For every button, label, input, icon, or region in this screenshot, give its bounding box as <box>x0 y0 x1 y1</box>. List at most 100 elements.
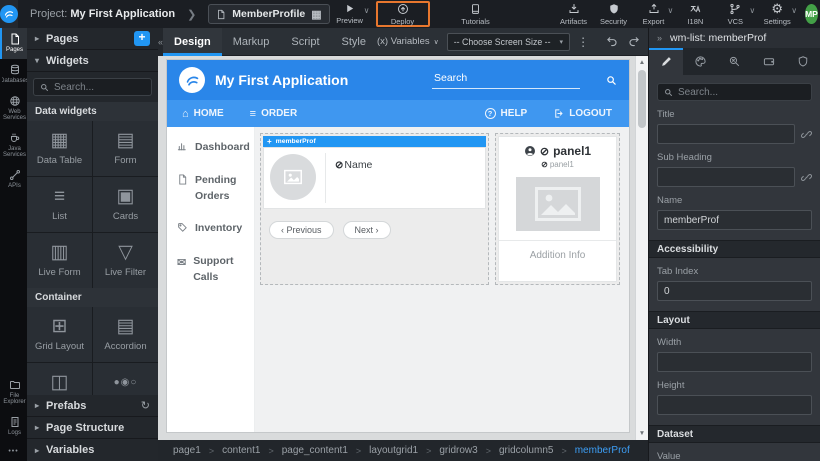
bind-link-icon[interactable] <box>801 172 812 183</box>
i18n-button[interactable]: I18N <box>675 1 715 27</box>
artifacts-button[interactable]: Artifacts <box>554 1 594 27</box>
tab-script[interactable]: Script <box>280 28 330 56</box>
widget-tile-wizard[interactable]: ●◉○Wizard <box>93 363 158 395</box>
vcs-caret-icon[interactable]: ∨ <box>749 6 755 15</box>
widget-tile-cards[interactable]: ▣Cards <box>93 177 158 232</box>
rail-item-logs[interactable]: Logs <box>0 411 27 442</box>
widget-tile-form[interactable]: ▤Form <box>93 121 158 176</box>
height-input[interactable] <box>657 395 812 415</box>
sidebar-item-inventory[interactable]: Inventory <box>177 221 244 237</box>
member-list-title-bar[interactable]: + memberProf <box>263 136 486 147</box>
properties-search-input[interactable] <box>678 87 805 98</box>
move-icon[interactable]: + <box>267 137 272 146</box>
widget-tile-grid-layout[interactable]: ⊞Grid Layout <box>27 307 92 362</box>
nav-home[interactable]: ⌂HOME <box>182 108 224 120</box>
title-input[interactable] <box>657 124 795 144</box>
tab-events[interactable] <box>717 48 751 75</box>
globe-icon <box>9 95 21 107</box>
sidebar-item-support-calls[interactable]: ✉Support Calls <box>177 254 244 286</box>
properties-search[interactable] <box>657 83 812 101</box>
name-field-binding[interactable]: ⊘Name <box>335 159 372 171</box>
breadcrumb-page-content1[interactable]: page_content1 <box>282 445 348 456</box>
widget-tile-live-filter[interactable]: ▽Live Filter <box>93 233 158 288</box>
prefabs-section-header[interactable]: ▸ Prefabs ↻ <box>27 395 158 417</box>
tab-styles[interactable] <box>683 48 717 75</box>
widget-tile-live-form[interactable]: ▥Live Form <box>27 233 92 288</box>
breadcrumb-gridrow3[interactable]: gridrow3 <box>439 445 477 456</box>
sidebar-item-dashboard[interactable]: Dashboard <box>177 140 244 156</box>
scrollbar-thumb[interactable] <box>638 70 646 128</box>
widget-search-input[interactable] <box>54 82 145 93</box>
rail-item-pages[interactable]: Pages <box>0 28 27 59</box>
scroll-down-arrow[interactable]: ▼ <box>636 430 648 437</box>
add-page-button[interactable]: + <box>134 31 150 46</box>
breadcrumb-page1[interactable]: page1 <box>173 445 201 456</box>
widgets-section-header[interactable]: ▾ Widgets <box>27 50 158 72</box>
rail-item-file-explorer[interactable]: File Explorer <box>0 374 27 411</box>
breadcrumb-gridcolumn5[interactable]: gridcolumn5 <box>499 445 553 456</box>
canvas-scrollbar[interactable]: ▲ ▼ <box>635 56 648 440</box>
panel1-selection[interactable]: ⊘ panel1 ⊘ panel1 Addition <box>495 133 620 285</box>
tab-security[interactable] <box>786 48 820 75</box>
widget-tile-data-table[interactable]: ▦Data Table <box>27 121 92 176</box>
member-list-selection[interactable]: + memberProf ⊘Name ‹ P <box>260 133 489 285</box>
scroll-up-arrow[interactable]: ▲ <box>636 59 648 66</box>
widget-search[interactable] <box>33 78 152 96</box>
list-item-template[interactable]: ⊘Name <box>263 147 486 209</box>
tab-device[interactable] <box>752 48 786 75</box>
more-options-icon[interactable]: ••• <box>0 442 27 461</box>
page-selector[interactable]: MemberProfile ▦ <box>208 4 329 24</box>
variables-section-header[interactable]: ▸ Variables <box>27 439 158 461</box>
tab-properties[interactable] <box>649 48 683 75</box>
tab-design[interactable]: Design <box>163 28 222 56</box>
tag-icon <box>177 222 188 233</box>
section-accessibility[interactable]: Accessibility <box>649 240 820 258</box>
wavemaker-logo[interactable] <box>0 0 18 28</box>
refresh-icon[interactable]: ↻ <box>141 399 150 412</box>
rail-item-apis[interactable]: APIs <box>0 164 27 195</box>
sidebar-item-pending-orders[interactable]: Pending Orders <box>177 173 244 205</box>
widget-tile-accordion[interactable]: ▤Accordion <box>93 307 158 362</box>
tutorials-button[interactable]: Tutorials <box>456 1 496 27</box>
rail-item-databases[interactable]: Databases <box>0 59 27 90</box>
nav-order[interactable]: ≡ORDER <box>250 108 298 120</box>
tab-index-input[interactable] <box>657 281 812 301</box>
section-dataset[interactable]: Dataset <box>649 425 820 443</box>
expand-panel-handle[interactable]: » <box>657 33 662 43</box>
tab-markup[interactable]: Markup <box>222 28 281 56</box>
security-button[interactable]: Security <box>594 1 634 27</box>
settings-caret-icon[interactable]: ∨ <box>791 6 797 15</box>
screen-size-select[interactable]: -- Choose Screen Size --▾ <box>447 33 570 51</box>
deploy-button[interactable]: Deploy <box>383 1 423 27</box>
variables-button[interactable]: (x) Variables∨ <box>377 36 439 47</box>
rail-item-java-services[interactable]: Java Services <box>0 127 27 164</box>
section-layout[interactable]: Layout <box>649 311 820 329</box>
breadcrumb-memberprof[interactable]: memberProf <box>575 445 630 456</box>
nav-help[interactable]: ?HELP <box>485 108 528 119</box>
sub-heading-input[interactable] <box>657 167 795 187</box>
widget-tile-tabs[interactable]: ◫Tabs <box>27 363 92 395</box>
pages-grid-icon[interactable]: ▦ <box>311 8 321 21</box>
tab-style[interactable]: Style <box>331 28 377 56</box>
nav-logout[interactable]: LOGOUT <box>553 108 612 119</box>
app-search-input[interactable]: Search <box>432 72 580 89</box>
page-structure-section-header[interactable]: ▸ Page Structure <box>27 417 158 439</box>
name-input[interactable] <box>657 210 812 230</box>
previous-page-button[interactable]: ‹ Previous <box>269 221 334 239</box>
more-menu-icon[interactable]: ⋮ <box>577 35 589 49</box>
pages-section-header[interactable]: ▸ Pages + <box>27 28 158 50</box>
next-page-button[interactable]: Next › <box>343 221 391 239</box>
rail-item-web-services[interactable]: Web Services <box>0 90 27 127</box>
preview-caret-icon[interactable]: ∨ <box>364 6 370 15</box>
breadcrumb-content1[interactable]: content1 <box>222 445 260 456</box>
redo-button[interactable] <box>627 35 640 48</box>
panel1-widget[interactable]: ⊘ panel1 ⊘ panel1 Addition <box>498 136 617 282</box>
export-caret-icon[interactable]: ∨ <box>668 6 674 15</box>
widget-tile-list[interactable]: ≡List <box>27 177 92 232</box>
app-search-icon[interactable] <box>606 75 617 86</box>
user-avatar[interactable]: MP <box>805 4 818 24</box>
undo-button[interactable] <box>606 35 619 48</box>
width-input[interactable] <box>657 352 812 372</box>
breadcrumb-layoutgrid1[interactable]: layoutgrid1 <box>369 445 418 456</box>
bind-link-icon[interactable] <box>801 129 812 140</box>
